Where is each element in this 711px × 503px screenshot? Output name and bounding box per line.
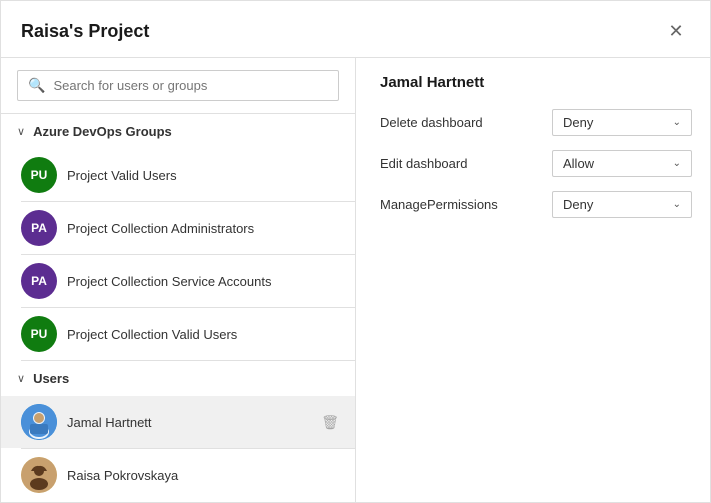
delete-icon[interactable]: 🗑 [321, 414, 339, 431]
right-panel: Jamal Hartnett Delete dashboard Deny ⌄ E… [356, 58, 710, 502]
select-arrow-delete-icon: ⌄ [673, 117, 681, 128]
select-arrow-manage-icon: ⌄ [673, 199, 681, 210]
dialog-title: Raisa's Project [21, 21, 149, 42]
select-value-edit: Allow [563, 156, 594, 171]
group-name-pcvu: Project Collection Valid Users [67, 327, 339, 342]
users-section-header[interactable]: ∨ Users [1, 361, 355, 396]
select-arrow-edit-icon: ⌄ [673, 158, 681, 169]
groups-section-title: Azure DevOps Groups [33, 124, 172, 139]
group-name-pca: Project Collection Administrators [67, 221, 339, 236]
search-input[interactable] [53, 78, 328, 93]
group-name-pvu: Project Valid Users [67, 168, 339, 183]
group-item-pcsa[interactable]: PA Project Collection Service Accounts [1, 255, 355, 307]
search-box: 🔍 [17, 70, 339, 101]
dialog: Raisa's Project ✕ 🔍 ∨ Azure DevOps Group… [0, 0, 711, 503]
group-item-pcvu[interactable]: PU Project Collection Valid Users [1, 308, 355, 360]
permission-label-manage: ManagePermissions [380, 197, 540, 212]
select-value-delete: Deny [563, 115, 593, 130]
search-area: 🔍 [1, 58, 355, 114]
avatar-pcsa: PA [21, 263, 57, 299]
permission-select-edit[interactable]: Allow ⌄ [552, 150, 692, 177]
group-item-pvu[interactable]: PU Project Valid Users [1, 149, 355, 201]
dialog-header: Raisa's Project ✕ [1, 1, 710, 58]
groups-chevron-icon: ∨ [17, 125, 25, 138]
dialog-body: 🔍 ∨ Azure DevOps Groups PU Project Valid… [1, 58, 710, 502]
permission-row-manage: ManagePermissions Deny ⌄ [380, 191, 686, 218]
permission-select-manage[interactable]: Deny ⌄ [552, 191, 692, 218]
search-icon: 🔍 [28, 77, 45, 94]
left-panel: 🔍 ∨ Azure DevOps Groups PU Project Valid… [1, 58, 356, 502]
avatar-pca: PA [21, 210, 57, 246]
avatar-jamal [21, 404, 57, 440]
permission-label-delete: Delete dashboard [380, 115, 540, 130]
permission-row-edit: Edit dashboard Allow ⌄ [380, 150, 686, 177]
permission-row-delete: Delete dashboard Deny ⌄ [380, 109, 686, 136]
select-value-manage: Deny [563, 197, 593, 212]
user-panel-title: Jamal Hartnett [380, 74, 686, 91]
user-name-jamal: Jamal Hartnett [67, 415, 311, 430]
user-item-jamal[interactable]: Jamal Hartnett 🗑 [1, 396, 355, 448]
user-name-raisa: Raisa Pokrovskaya [67, 468, 339, 483]
avatar-raisa [21, 457, 57, 493]
groups-section-header[interactable]: ∨ Azure DevOps Groups [1, 114, 355, 149]
avatar-pvu: PU [21, 157, 57, 193]
permission-select-delete[interactable]: Deny ⌄ [552, 109, 692, 136]
close-button[interactable]: ✕ [662, 17, 690, 45]
group-item-pca[interactable]: PA Project Collection Administrators [1, 202, 355, 254]
users-chevron-icon: ∨ [17, 372, 25, 385]
users-section-title: Users [33, 371, 69, 386]
permission-label-edit: Edit dashboard [380, 156, 540, 171]
group-name-pcsa: Project Collection Service Accounts [67, 274, 339, 289]
avatar-pcvu: PU [21, 316, 57, 352]
user-item-raisa[interactable]: Raisa Pokrovskaya [1, 449, 355, 501]
